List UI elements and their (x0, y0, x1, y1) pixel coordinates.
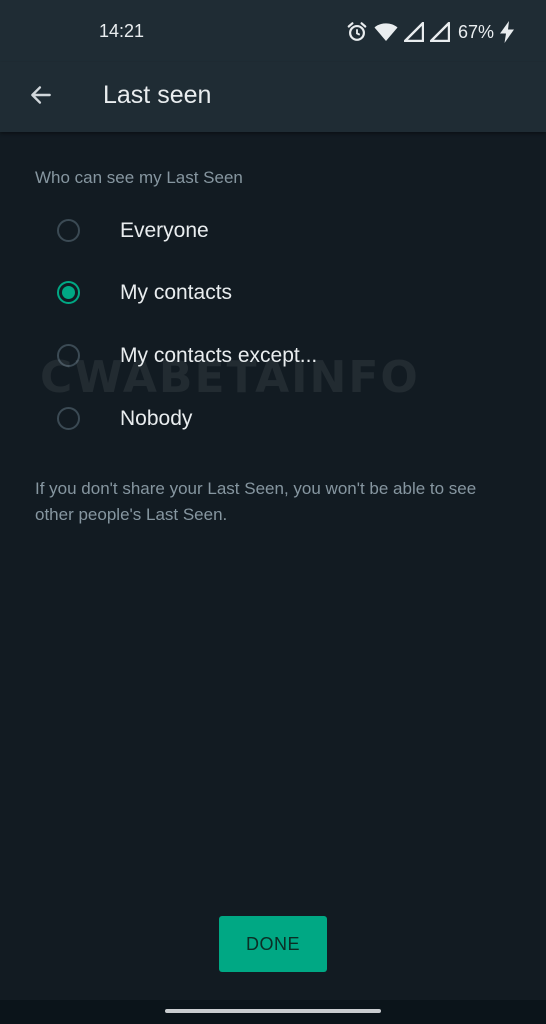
back-button[interactable] (22, 78, 60, 116)
arrow-left-icon (28, 82, 54, 113)
status-icons: 67% (346, 19, 514, 45)
navigation-bar (0, 1000, 546, 1024)
option-label: My contacts except... (120, 344, 318, 367)
alarm-icon (346, 21, 368, 43)
battery-charging-icon (500, 21, 514, 43)
last-seen-screen: 14:21 67% Last seen Who can see my Last … (0, 0, 546, 1024)
section-label: Who can see my Last Seen (35, 168, 243, 187)
status-time: 14:21 (99, 21, 145, 41)
option-label: Nobody (120, 407, 193, 430)
option-nobody[interactable]: Nobody (0, 389, 546, 451)
signal-icon (429, 22, 450, 42)
option-my-contacts-except[interactable]: My contacts except... (0, 326, 546, 388)
home-indicator[interactable] (165, 1009, 381, 1013)
battery-percentage: 67% (457, 21, 494, 42)
page-title: Last seen (103, 81, 212, 109)
option-label: Everyone (120, 219, 209, 242)
option-everyone[interactable]: Everyone (0, 201, 546, 263)
radio-button[interactable] (57, 407, 80, 430)
signal-icon (403, 22, 424, 42)
app-bar: Last seen (0, 62, 546, 132)
radio-button-selected[interactable] (57, 281, 80, 304)
option-my-contacts[interactable]: My contacts (0, 263, 546, 325)
wifi-icon (374, 22, 398, 42)
footnote-text: If you don't share your Last Seen, you w… (35, 479, 477, 524)
done-button[interactable]: DONE (219, 916, 327, 972)
status-bar: 14:21 67% (0, 0, 546, 62)
radio-button[interactable] (57, 344, 80, 367)
option-label: My contacts (120, 281, 233, 304)
radio-button[interactable] (57, 219, 80, 242)
